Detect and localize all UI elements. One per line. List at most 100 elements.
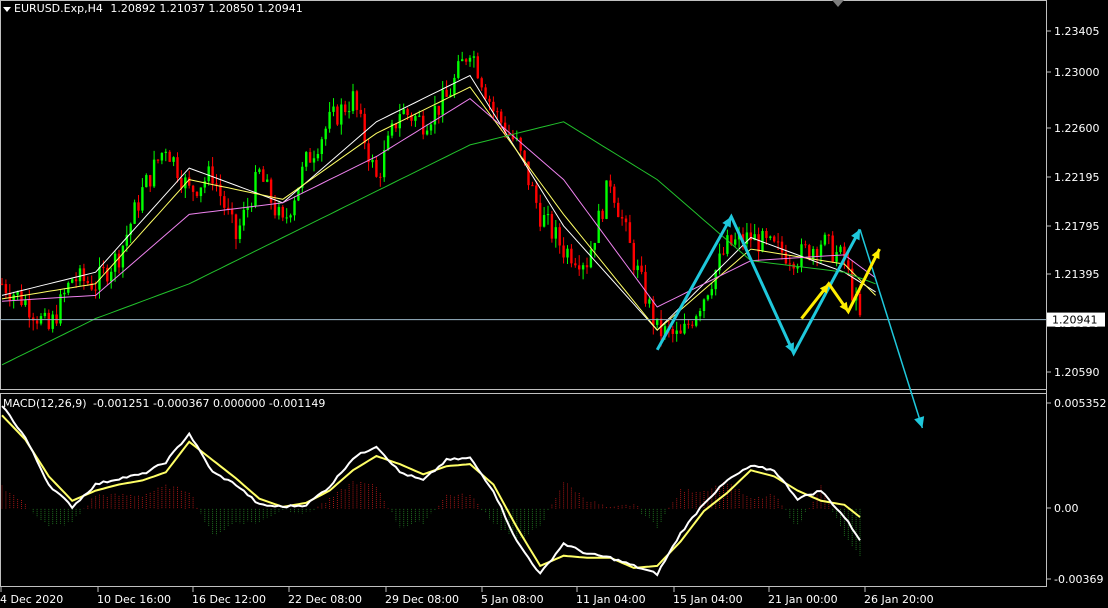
candle-body [347, 111, 351, 113]
candle-body [371, 159, 374, 163]
candle-body [617, 202, 620, 218]
candle-body [359, 109, 362, 114]
candle-body [476, 56, 479, 79]
candle-body [698, 311, 702, 317]
candle-body [706, 295, 710, 300]
candle-body [176, 157, 179, 179]
candle-body [324, 128, 327, 140]
candle-body [8, 293, 11, 301]
candle-body [648, 299, 651, 304]
candle-body [328, 111, 331, 129]
candle-body [4, 284, 8, 294]
symbol-label: EURUSD.Exp,H4 [14, 2, 103, 15]
candle-body [636, 265, 639, 271]
candle-body [609, 180, 612, 187]
candle-body [488, 98, 491, 102]
candle-body [406, 109, 409, 115]
candle-body [86, 281, 89, 284]
candle-body [804, 244, 807, 246]
candle-body [414, 116, 417, 121]
candle-body [550, 214, 554, 239]
chart-header: EURUSD.Exp,H4 1.20892 1.21037 1.20850 1.… [3, 2, 303, 15]
candle-body [574, 263, 577, 266]
candle-body [133, 202, 136, 224]
candle-body [605, 180, 608, 219]
time-tick-label: 22 Dec 08:00 [288, 593, 362, 606]
candle-body [63, 292, 66, 295]
candle-body [464, 59, 468, 62]
candle-body [780, 241, 784, 253]
candle-body [55, 314, 58, 324]
candle-body [351, 91, 355, 112]
candle-body [500, 111, 503, 123]
candle-body [492, 101, 495, 112]
time-tick-label: 16 Dec 12:00 [192, 593, 266, 606]
candle-body [769, 236, 772, 238]
candle-body [305, 152, 308, 167]
candle-body [858, 293, 862, 316]
candle-body [461, 59, 464, 62]
candle-body [141, 187, 144, 211]
candle-body [683, 323, 686, 334]
chart-background [0, 0, 1108, 608]
candle-body [78, 268, 82, 282]
macd-tick-label: -0.00369 [1054, 573, 1103, 586]
candle-body [620, 217, 624, 219]
candle-body [480, 78, 483, 88]
price-tick-label: 1.22600 [1054, 122, 1100, 135]
candle-body [496, 111, 499, 113]
candle-body [273, 202, 277, 216]
candle-body [457, 61, 460, 78]
candle-body [386, 135, 390, 151]
candle-body [418, 115, 421, 117]
candle-body [149, 175, 152, 187]
candle-body [531, 185, 534, 187]
macd-values: -0.001251 -0.000367 0.000000 -0.001149 [93, 397, 326, 410]
candle-body [285, 217, 288, 219]
candle-body [43, 312, 47, 317]
price-tick-label: 1.21795 [1054, 220, 1100, 233]
candle-body [160, 152, 164, 161]
candle-body [293, 200, 296, 216]
candle-body [726, 235, 729, 254]
candle-body [316, 154, 320, 159]
candle-body [827, 234, 830, 236]
candle-body [734, 239, 737, 245]
candle-body [24, 299, 27, 306]
macd-title: MACD(12,26,9) [3, 397, 87, 410]
candle-body [71, 279, 74, 283]
candle-body [262, 169, 265, 182]
candle-body [223, 196, 226, 208]
macd-tick-label: 0.00 [1054, 502, 1079, 515]
candle-body [121, 245, 125, 268]
candle-body [831, 235, 834, 262]
candle-body [199, 187, 203, 197]
candle-body [437, 105, 440, 115]
candle-body [425, 130, 429, 135]
time-tick-label: 5 Jan 08:00 [481, 593, 544, 606]
time-tick-label: 4 Dec 2020 [0, 593, 63, 606]
time-tick-label: 10 Dec 16:00 [97, 593, 171, 606]
time-tick-label: 21 Jan 00:00 [768, 593, 838, 606]
current-price-label: 1.20941 [1052, 314, 1098, 327]
candle-body [266, 179, 269, 182]
candle-body [102, 267, 105, 269]
chart-window: 1.23405 1.23000 1.22600 1.22195 1.21795 1.213… [0, 0, 1108, 608]
candle-body [51, 314, 54, 329]
candle-body [152, 159, 156, 187]
price-tick-label: 1.23405 [1054, 25, 1100, 38]
candle-body [835, 252, 838, 262]
candle-body [632, 242, 635, 271]
candle-body [624, 218, 628, 223]
candle-body [815, 248, 819, 257]
macd-header: MACD(12,26,9) -0.001251 -0.000367 0.0000… [3, 397, 325, 410]
candle-body [375, 159, 378, 177]
ohlc-values: 1.20892 1.21037 1.20850 1.20941 [110, 2, 303, 15]
candle-body [819, 244, 823, 257]
candle-body [675, 330, 678, 334]
candle-body [254, 171, 257, 207]
menu-triangle-icon[interactable] [3, 6, 11, 12]
macd-tick-label: 0.005352 [1054, 397, 1107, 410]
candle-body [788, 263, 791, 265]
candle-body [47, 312, 50, 329]
